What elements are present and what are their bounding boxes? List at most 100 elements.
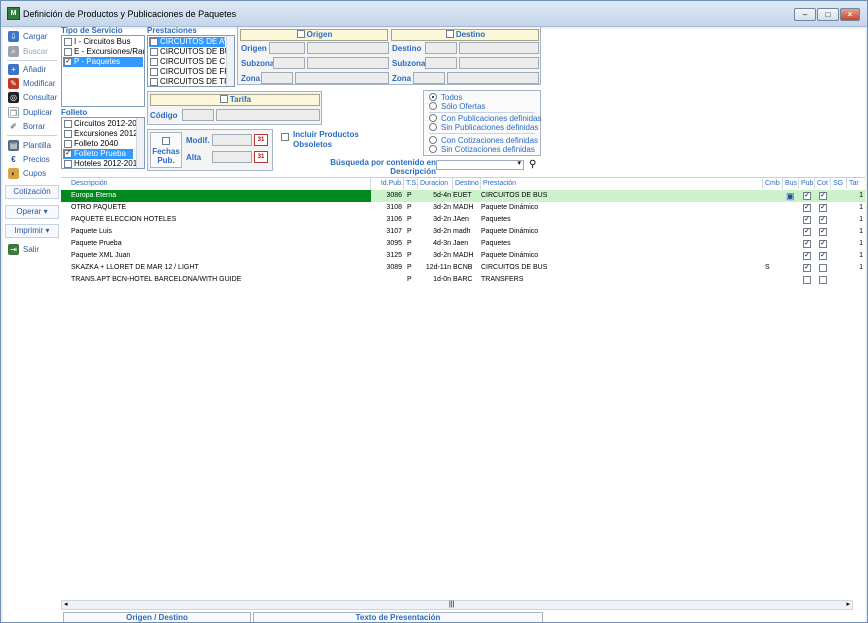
column-header[interactable]: Cot bbox=[815, 178, 831, 189]
pub-checkbox[interactable]: ✓ bbox=[803, 240, 811, 248]
obsoletos-checkbox[interactable] bbox=[281, 133, 289, 141]
products-grid[interactable]: Descripción Id.Pub. T.S. Duracion Destin… bbox=[61, 177, 865, 621]
sidebar-item-consultar[interactable]: ◎ Consultar bbox=[5, 91, 59, 104]
list-item[interactable]: CIRCUITOS DE TR bbox=[149, 77, 230, 86]
radio-con-cotizaciones[interactable] bbox=[429, 136, 437, 144]
scroll-right-icon[interactable]: ▸ bbox=[846, 601, 850, 609]
sidebar-item-cargar[interactable]: ⇩ Cargar bbox=[5, 30, 59, 43]
checkbox[interactable] bbox=[150, 58, 158, 66]
origen-name-field[interactable] bbox=[307, 42, 389, 54]
cot-checkbox[interactable]: ✓ bbox=[819, 228, 827, 236]
sidebar-item-modificar[interactable]: ✎ Modificar bbox=[5, 77, 59, 90]
list-item[interactable]: E - Excursiones/Radic bbox=[63, 47, 144, 57]
column-header[interactable]: SG bbox=[831, 178, 847, 189]
list-item[interactable]: Excursiones 2012- bbox=[63, 129, 140, 139]
checkbox[interactable] bbox=[445, 29, 454, 38]
sidebar-item-borrar[interactable]: ✐ Borrar bbox=[5, 120, 59, 133]
list-item[interactable]: Circuitos 2012-201 bbox=[63, 119, 141, 129]
pub-checkbox[interactable]: ✓ bbox=[803, 228, 811, 236]
table-row[interactable]: Paquete Prueba 3095 P 4d-3n Jaen Paquetes ✓ ✓ 1 bbox=[61, 238, 865, 250]
radio-con-publicaciones[interactable] bbox=[429, 114, 437, 122]
list-item[interactable]: Folleto 2040 bbox=[63, 139, 118, 149]
calendar-icon[interactable]: 31 bbox=[254, 151, 268, 163]
tab-origen-destino[interactable]: Origen / Destino bbox=[63, 612, 251, 622]
destino-subzona-name-field[interactable] bbox=[459, 57, 539, 69]
prestaciones-list[interactable]: CIRCUITOS DE AV CIRCUITOS DE BU CIRCUITO… bbox=[147, 35, 235, 87]
column-header[interactable]: Id.Pub. bbox=[371, 178, 404, 189]
list-item[interactable]: I - Circuitos Bus bbox=[63, 37, 130, 47]
checkbox[interactable] bbox=[64, 48, 72, 56]
tarifa-name-field[interactable] bbox=[216, 109, 320, 121]
list-item[interactable]: ✓ P - Paquetes bbox=[63, 57, 143, 67]
origen-zona-name-field[interactable] bbox=[295, 72, 389, 84]
cot-checkbox[interactable]: ✓ bbox=[819, 240, 827, 248]
tipo-servicio-list[interactable]: I - Circuitos Bus E - Excursiones/Radic … bbox=[61, 35, 145, 107]
close-icon[interactable]: × bbox=[840, 8, 860, 21]
column-header[interactable]: Tar bbox=[847, 178, 865, 189]
column-header[interactable]: Cmb bbox=[763, 178, 783, 189]
origen-zona-code-field[interactable] bbox=[261, 72, 293, 84]
table-row[interactable]: Europa Eterna 3086 P 5d-4n EUET CIRCUITOS DE … bbox=[61, 190, 865, 202]
tarifa-code-field[interactable] bbox=[182, 109, 214, 121]
radio-sin-cotizaciones[interactable] bbox=[429, 145, 437, 153]
imprimir-dropdown[interactable]: Imprimir ▾ bbox=[5, 224, 59, 238]
scroll-left-icon[interactable]: ◂ bbox=[64, 601, 68, 609]
checkbox[interactable] bbox=[150, 68, 158, 76]
list-item[interactable]: CIRCUITOS DE CIL bbox=[149, 57, 232, 67]
checkbox[interactable] bbox=[64, 130, 72, 138]
column-header[interactable]: Pub bbox=[799, 178, 815, 189]
sidebar-item-cupos[interactable]: ◐ Cupos bbox=[5, 167, 59, 180]
sidebar-item-anadir[interactable]: + Añadir bbox=[5, 63, 59, 76]
cot-checkbox[interactable] bbox=[819, 276, 827, 284]
destino-zona-name-field[interactable] bbox=[447, 72, 539, 84]
title-bar[interactable]: M Definición de Productos y Publicacione… bbox=[1, 1, 867, 27]
destino-code-field[interactable] bbox=[425, 42, 457, 54]
maximize-icon[interactable]: □ bbox=[817, 8, 839, 21]
pub-checkbox[interactable]: ✓ bbox=[803, 264, 811, 272]
binoculars-icon[interactable]: ⚲ bbox=[529, 159, 536, 170]
pub-checkbox[interactable] bbox=[803, 276, 811, 284]
cotizacion-button[interactable]: Cotización bbox=[5, 185, 59, 199]
origen-subzona-code-field[interactable] bbox=[273, 57, 305, 69]
checkbox[interactable] bbox=[150, 38, 158, 46]
sidebar-item-duplicar[interactable]: ❐ Duplicar bbox=[5, 106, 59, 119]
grid-horizontal-scrollbar[interactable]: ◂ ||| ▸ bbox=[61, 600, 853, 610]
checkbox[interactable] bbox=[64, 120, 72, 128]
alta-date-field[interactable] bbox=[212, 151, 252, 163]
cot-checkbox[interactable]: ✓ bbox=[819, 216, 827, 224]
column-header[interactable]: Descripción bbox=[61, 178, 371, 189]
tarifa-header[interactable]: Tarifa bbox=[150, 94, 320, 106]
checkbox[interactable]: ✓ bbox=[64, 150, 72, 158]
radio-sin-publicaciones[interactable] bbox=[429, 123, 437, 131]
sidebar-item-buscar[interactable]: ⌕ Buscar bbox=[5, 45, 59, 58]
radio-solo-ofertas[interactable] bbox=[429, 102, 437, 110]
list-item[interactable]: CIRCUITOS DE BU bbox=[149, 47, 231, 57]
checkbox[interactable]: ✓ bbox=[64, 58, 72, 66]
destino-zona-code-field[interactable] bbox=[413, 72, 445, 84]
origen-header[interactable]: Origen bbox=[240, 29, 388, 41]
calendar-icon[interactable]: 31 bbox=[254, 134, 268, 146]
table-row[interactable]: Paquete Luis 3107 P 3d-2n madh Paquete Dinámi… bbox=[61, 226, 865, 238]
prestaciones-scrollbar[interactable] bbox=[226, 36, 234, 86]
checkbox[interactable] bbox=[219, 94, 228, 103]
cot-checkbox[interactable]: ✓ bbox=[819, 192, 827, 200]
scroll-grip-icon[interactable]: ||| bbox=[449, 601, 454, 609]
operar-dropdown[interactable]: Operar ▾ bbox=[5, 205, 59, 219]
list-item[interactable]: CIRCUITOS DE AV bbox=[149, 37, 229, 47]
checkbox[interactable] bbox=[150, 78, 158, 86]
list-item[interactable]: CIRCUITOS DE FR bbox=[149, 67, 230, 77]
pub-checkbox[interactable]: ✓ bbox=[803, 216, 811, 224]
destino-name-field[interactable] bbox=[459, 42, 539, 54]
checkbox[interactable] bbox=[150, 48, 158, 56]
origen-code-field[interactable] bbox=[269, 42, 305, 54]
radio-todos[interactable] bbox=[429, 93, 437, 101]
column-header[interactable]: T.S. bbox=[404, 178, 418, 189]
busqueda-input[interactable]: ▾ bbox=[436, 160, 524, 170]
destino-header[interactable]: Destino bbox=[391, 29, 539, 41]
list-item[interactable]: ✓ Folleto Prueba bbox=[63, 149, 133, 159]
table-row[interactable]: SKAZKA + LLORET DE MAR 12 / LIGHT 3089 P 12… bbox=[61, 262, 865, 274]
column-header[interactable]: Duracion bbox=[418, 178, 453, 189]
column-header[interactable]: Destino bbox=[453, 178, 481, 189]
origen-subzona-name-field[interactable] bbox=[307, 57, 389, 69]
pub-checkbox[interactable]: ✓ bbox=[803, 204, 811, 212]
